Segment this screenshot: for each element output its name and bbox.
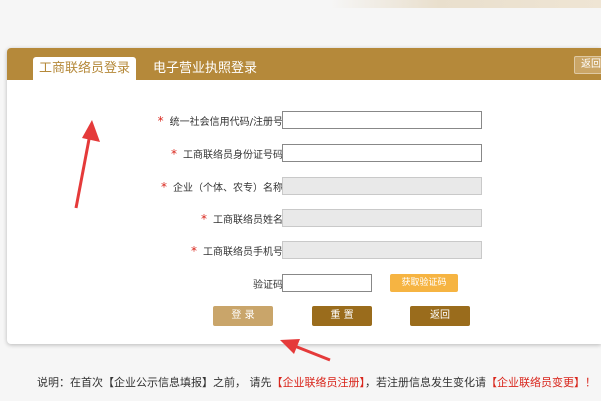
tab-liaison-login[interactable]: 工商联络员登录	[33, 57, 137, 80]
id-number-input[interactable]	[282, 144, 482, 162]
reset-button[interactable]: 重 置	[312, 306, 372, 326]
form-row-captcha: 验证码 获取验证码	[7, 274, 601, 294]
field-label: * 工商联络员姓名	[201, 212, 283, 226]
panel-header: 工商联络员登录 电子营业执照登录 返回	[7, 48, 601, 80]
liaison-name-input	[282, 209, 482, 227]
register-link[interactable]: 【企业联络员注册】	[272, 376, 366, 389]
field-label: * 企业（个体、农专）名称	[161, 180, 283, 194]
captcha-label: 验证码	[253, 280, 283, 291]
required-mark: *	[201, 212, 207, 226]
field-label: * 工商联络员身份证号码	[171, 147, 283, 161]
required-mark: *	[161, 180, 167, 194]
get-code-button[interactable]: 获取验证码	[390, 274, 458, 292]
red-arrow-icon	[280, 339, 331, 362]
company-name-input	[282, 177, 482, 195]
field-label: * 统一社会信用代码/注册号	[157, 114, 283, 128]
credit-code-input[interactable]	[282, 111, 482, 129]
instruction-note: 说明：在首次【企业公示信息填报】之前， 请先【企业联络员注册】，若注册信息发生变…	[37, 376, 596, 389]
tab-e-license-login[interactable]: 电子营业执照登录	[147, 57, 263, 80]
top-decoration	[330, 0, 601, 8]
red-arrow-icon	[74, 120, 100, 209]
login-button[interactable]: 登 录	[213, 306, 273, 326]
form-row-liaison-phone: * 工商联络员手机号	[7, 241, 601, 261]
liaison-phone-input	[282, 241, 482, 259]
required-mark: *	[191, 244, 197, 258]
change-link[interactable]: 【企业联络员变更】！	[486, 376, 596, 389]
captcha-input[interactable]	[282, 274, 372, 292]
header-back-button[interactable]: 返回	[574, 56, 601, 74]
required-mark: *	[157, 114, 164, 128]
back-button[interactable]: 返回	[410, 306, 470, 326]
required-mark: *	[171, 147, 177, 161]
field-label: * 工商联络员手机号	[191, 244, 283, 258]
